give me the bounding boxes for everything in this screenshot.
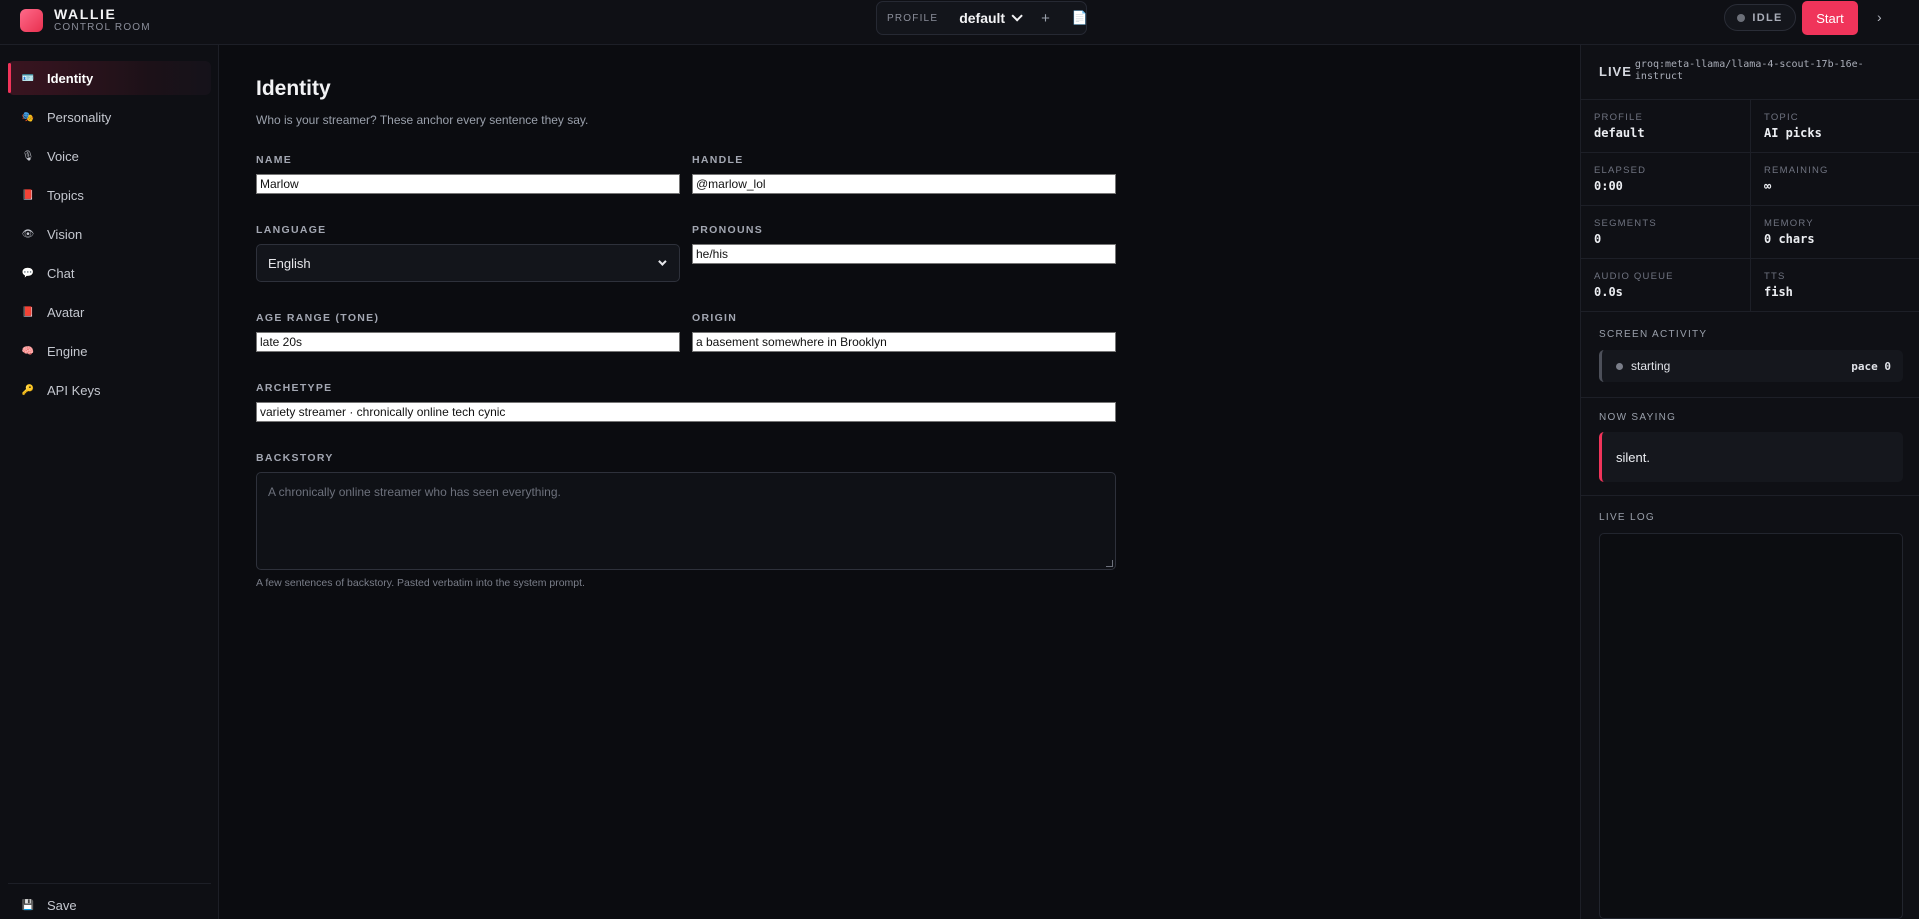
- brand-title: WALLIE: [54, 6, 117, 22]
- sidebar-item-vision[interactable]: 👁 Vision: [8, 217, 211, 251]
- brand-subtitle: CONTROL ROOM: [54, 22, 151, 33]
- backstory-hint: A few sentences of backstory. Pasted ver…: [256, 577, 585, 589]
- stat-elapsed: ELAPSED 0:00: [1581, 153, 1750, 206]
- now-saying-card: silent.: [1599, 432, 1903, 482]
- profile-switcher-label: PROFILE: [887, 12, 939, 24]
- origin-input[interactable]: [692, 332, 1116, 352]
- microphone-icon: 🎙: [21, 150, 35, 162]
- age-range-input[interactable]: [256, 332, 680, 352]
- activity-pace: pace 0: [1851, 359, 1891, 373]
- identity-form: Identity Who is your streamer? These anc…: [220, 45, 1580, 919]
- sidebar-item-avatar[interactable]: 📕 Avatar: [8, 295, 211, 329]
- activity-status: starting: [1631, 359, 1671, 373]
- sidebar-divider: [8, 883, 211, 884]
- status-dot-icon: [1737, 13, 1746, 22]
- sidebar-item-label: Voice: [47, 148, 79, 164]
- sidebar-item-label: Chat: [47, 265, 75, 281]
- language-label: LANGUAGE: [256, 224, 327, 236]
- stat-remaining: REMAINING ∞: [1750, 153, 1919, 206]
- save-button-label: Save: [47, 897, 77, 913]
- handle-label: HANDLE: [692, 154, 744, 166]
- pronouns-input[interactable]: [692, 244, 1116, 264]
- handle-input[interactable]: [692, 174, 1116, 194]
- sidebar-item-label: Topics: [47, 187, 84, 203]
- sidebar-item-topics[interactable]: 📕 Topics: [8, 178, 211, 212]
- sidebar-item-voice[interactable]: 🎙 Voice: [8, 139, 211, 173]
- sidebar-item-label: Personality: [47, 109, 112, 125]
- stat-audio-queue: AUDIO QUEUE 0.0s: [1581, 259, 1750, 312]
- pronouns-label: PRONOUNS: [692, 224, 764, 236]
- resize-handle-icon[interactable]: [1106, 560, 1113, 567]
- panel-divider: [1581, 495, 1919, 496]
- floppy-disk-icon: 💾: [21, 899, 35, 911]
- brand: WALLIE CONTROL ROOM: [20, 5, 151, 35]
- sidebar-item-identity[interactable]: 🪪 Identity: [8, 61, 211, 95]
- chevron-down-icon: [658, 257, 667, 266]
- avatar-book-icon: 📕: [21, 306, 35, 318]
- backstory-textarea[interactable]: A chronically online streamer who has se…: [256, 472, 1116, 570]
- stat-topic: TOPIC AI picks: [1750, 100, 1919, 153]
- speech-bubble-icon: 💬: [21, 267, 35, 279]
- now-saying-text: silent.: [1616, 449, 1650, 465]
- status-badge: IDLE: [1724, 4, 1796, 31]
- top-bar: WALLIE CONTROL ROOM PROFILE default + 📄 …: [0, 0, 1919, 45]
- backstory-placeholder: A chronically online streamer who has se…: [268, 485, 561, 499]
- stat-profile: PROFILE default: [1581, 100, 1750, 153]
- live-log[interactable]: [1599, 533, 1903, 919]
- book-icon: 📕: [21, 189, 35, 201]
- archetype-label: ARCHETYPE: [256, 382, 333, 394]
- sidebar-item-label: Identity: [47, 70, 94, 86]
- status-label: IDLE: [1752, 11, 1783, 24]
- language-select-value: English: [268, 255, 311, 271]
- live-panel: LIVE groq:meta-llama/llama-4-scout-17b-1…: [1580, 45, 1919, 919]
- language-select[interactable]: English: [256, 244, 680, 282]
- name-input[interactable]: [256, 174, 680, 194]
- page-subtitle: Who is your streamer? These anchor every…: [256, 113, 589, 127]
- save-button[interactable]: 💾 Save: [8, 888, 211, 919]
- sidebar: 🪪 Identity 🎭 Personality 🎙 Voice 📕 Topic…: [0, 45, 219, 919]
- profile-select[interactable]: default: [959, 10, 1023, 26]
- duplicate-profile-icon[interactable]: 📄: [1072, 10, 1088, 26]
- key-icon: 🔑: [21, 384, 35, 396]
- stat-memory: MEMORY 0 chars: [1750, 206, 1919, 259]
- live-label: LIVE: [1599, 64, 1632, 79]
- sidebar-item-label: Engine: [47, 343, 88, 359]
- backstory-label: BACKSTORY: [256, 452, 334, 464]
- archetype-input[interactable]: [256, 402, 1116, 422]
- screen-activity-card: starting pace 0: [1599, 350, 1903, 382]
- sidebar-item-engine[interactable]: 🧠 Engine: [8, 334, 211, 368]
- screen-activity-label: SCREEN ACTIVITY: [1599, 329, 1708, 340]
- brand-logo-icon: [20, 8, 43, 32]
- model-name: groq:meta-llama/llama-4-scout-17b-16e-in…: [1634, 59, 1864, 82]
- stats-grid: PROFILE default TOPIC AI picks ELAPSED 0…: [1581, 99, 1919, 312]
- stat-tts: TTS fish: [1750, 259, 1919, 312]
- name-label: NAME: [256, 154, 293, 166]
- now-saying-label: NOW SAYING: [1599, 412, 1677, 423]
- chevron-down-icon: [1011, 10, 1023, 22]
- sidebar-item-label: Vision: [47, 226, 83, 242]
- add-profile-button[interactable]: +: [1041, 10, 1050, 27]
- activity-dot-icon: [1616, 362, 1623, 370]
- id-card-icon: 🪪: [21, 72, 35, 84]
- profile-switcher: PROFILE default + 📄: [876, 1, 1088, 35]
- chevron-right-icon[interactable]: ›: [1877, 9, 1882, 25]
- masks-icon: 🎭: [21, 111, 35, 123]
- sidebar-item-label: API Keys: [47, 382, 101, 398]
- origin-label: ORIGIN: [692, 312, 738, 324]
- eye-icon: 👁: [21, 228, 35, 240]
- sidebar-item-chat[interactable]: 💬 Chat: [8, 256, 211, 290]
- age-range-label: AGE RANGE (TONE): [256, 312, 380, 324]
- stat-segments: SEGMENTS 0: [1581, 206, 1750, 259]
- live-header: LIVE groq:meta-llama/llama-4-scout-17b-1…: [1599, 59, 1885, 83]
- start-button[interactable]: Start: [1802, 1, 1858, 35]
- sidebar-item-label: Avatar: [47, 304, 85, 320]
- profile-select-value: default: [959, 10, 1006, 26]
- live-log-label: LIVE LOG: [1599, 512, 1655, 523]
- panel-divider: [1581, 397, 1919, 398]
- sidebar-item-personality[interactable]: 🎭 Personality: [8, 100, 211, 134]
- page-title: Identity: [256, 77, 331, 100]
- sidebar-item-api-keys[interactable]: 🔑 API Keys: [8, 373, 211, 407]
- brain-icon: 🧠: [21, 345, 35, 357]
